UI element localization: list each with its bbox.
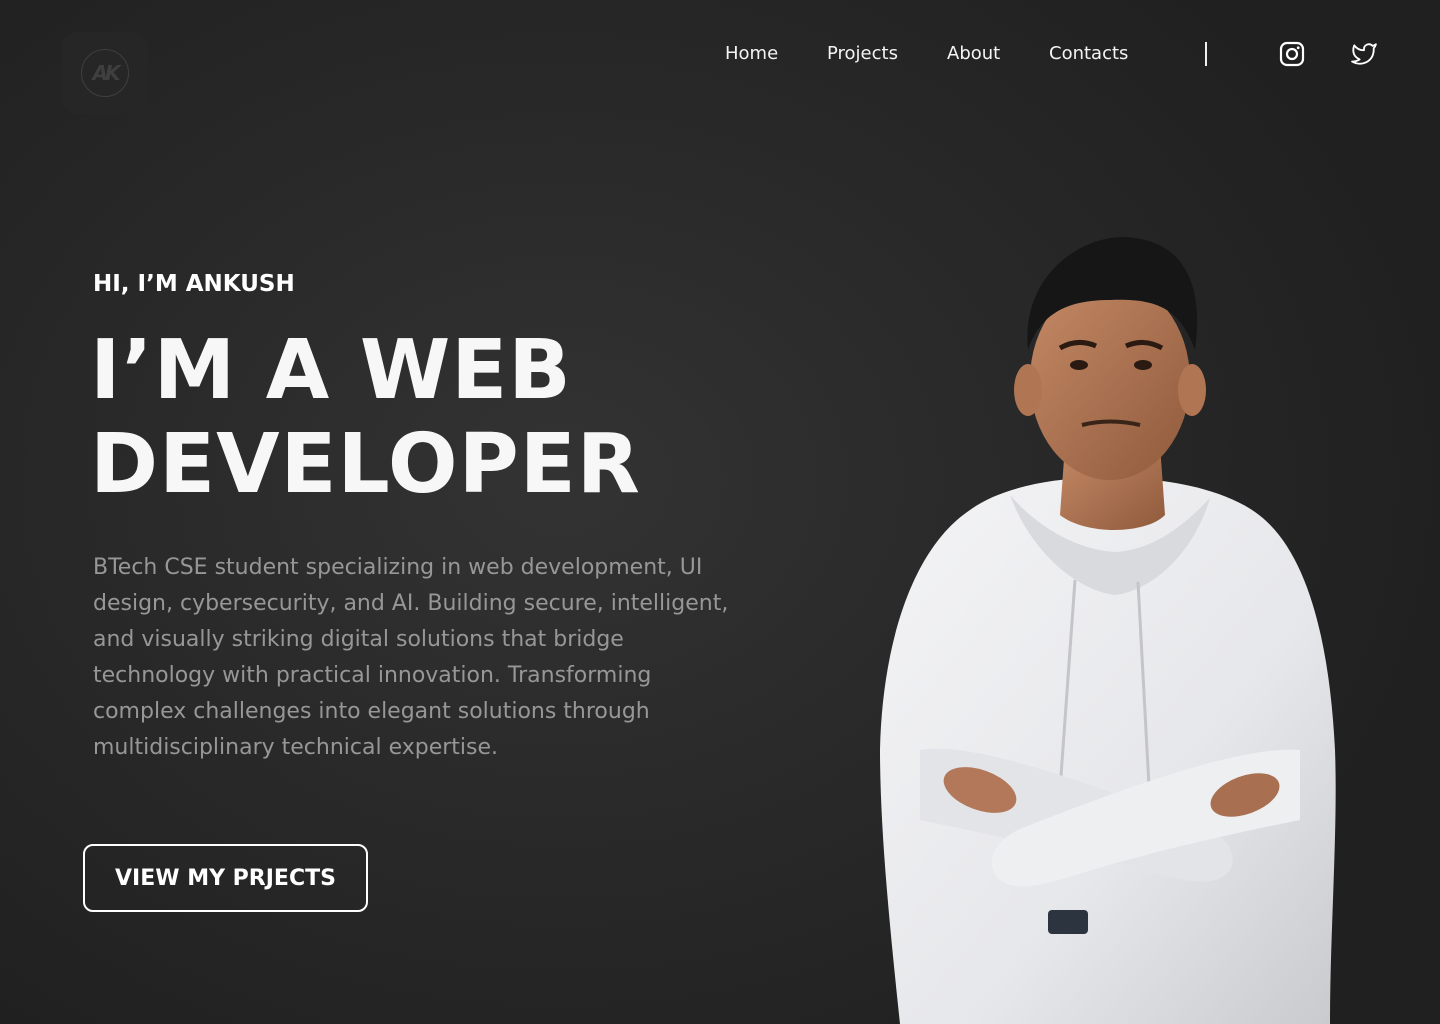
nav-contacts[interactable]: Contacts	[1049, 40, 1128, 68]
view-projects-button[interactable]: VIEW MY PRJECTS	[83, 844, 368, 912]
logo[interactable]: AK	[62, 32, 148, 114]
greeting: HI, I’M ANKUSH	[93, 271, 295, 297]
logo-text: AK	[92, 61, 121, 85]
nav-divider	[1205, 42, 1207, 66]
instagram-icon[interactable]	[1279, 41, 1305, 67]
nav-projects[interactable]: Projects	[827, 40, 898, 68]
headline-line-1: I’M A WEB	[90, 323, 572, 418]
hero-bio: BTech CSE student specializing in web de…	[93, 555, 729, 760]
nav-home[interactable]: Home	[725, 40, 778, 68]
nav-about[interactable]: About	[947, 40, 1000, 68]
logo-badge: AK	[81, 49, 129, 97]
headline-line-2: DEVELOPER	[90, 417, 641, 512]
twitter-icon[interactable]	[1350, 41, 1377, 67]
profile-photo	[880, 236, 1336, 1024]
hero-headline: I’M A WEB DEVELOPER	[90, 324, 641, 512]
